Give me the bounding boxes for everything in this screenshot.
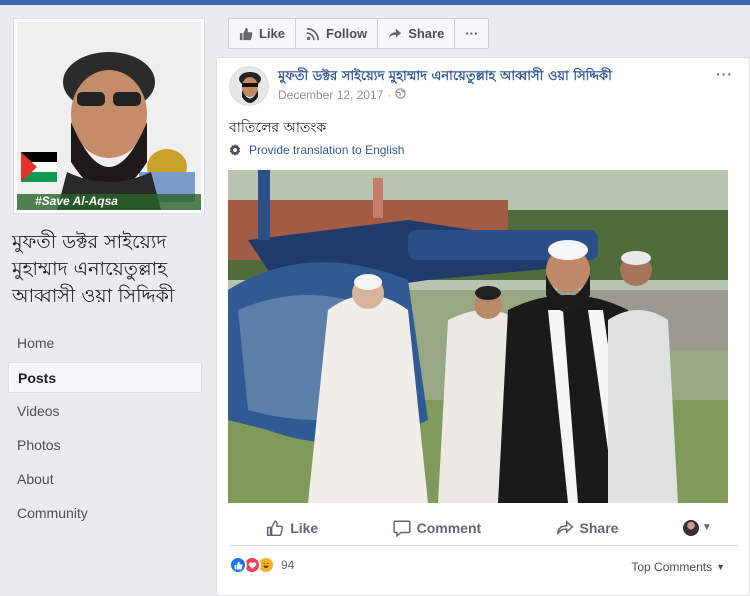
share-arrow-icon (556, 519, 574, 537)
nav-item-photos[interactable]: Photos (8, 430, 202, 461)
gear-icon (229, 144, 241, 156)
nav-item-home[interactable]: Home (8, 328, 202, 359)
page-action-toolbar: Like Follow Share ··· (228, 18, 490, 49)
nav-item-about[interactable]: About (8, 464, 202, 495)
post-author-link[interactable]: মুফতী ডক্টর সাইয়্যেদ মুহাম্মাদ এনায়েতু… (278, 67, 612, 88)
post-actions-bar: Like Comment Share ▼ (229, 510, 739, 546)
meta-separator: · (387, 88, 392, 102)
author-avatar[interactable] (229, 66, 269, 106)
viewer-avatar (682, 519, 699, 536)
avatar-image (230, 67, 268, 105)
page-follow-label: Follow (326, 26, 368, 41)
comment-sort-label: Top Comments (631, 560, 713, 574)
post-photo-image (228, 170, 728, 503)
comment-sort-dropdown[interactable]: Top Comments ▼ (631, 560, 725, 574)
post-photo[interactable] (228, 170, 728, 503)
nav-item-community[interactable]: Community (8, 498, 202, 529)
page-more-button[interactable]: ··· (455, 19, 488, 48)
chevron-down-icon: ▼ (701, 522, 712, 533)
post-options-button[interactable]: ··· (716, 66, 733, 82)
post-comment-button[interactable]: Comment (383, 519, 492, 537)
translate-label: Provide translation to English (249, 143, 405, 157)
comment-bubble-icon (392, 519, 411, 537)
nav-item-videos[interactable]: Videos (8, 396, 202, 427)
rss-follow-icon (306, 27, 320, 41)
reaction-summary[interactable]: 94 (229, 556, 294, 574)
page-share-label: Share (408, 26, 445, 41)
page-follow-button[interactable]: Follow (296, 19, 379, 48)
post-like-button[interactable]: Like (256, 519, 328, 537)
thumbs-up-icon (266, 519, 284, 537)
chevron-down-icon: ▼ (716, 562, 725, 572)
left-column: #Save Al-Aqsa মুফতী ডক্টর সাইয়্যেদ মুহা… (0, 5, 215, 596)
translate-link[interactable]: Provide translation to English (229, 143, 404, 157)
nav-item-posts[interactable]: Posts (8, 362, 202, 393)
profile-picture[interactable]: #Save Al-Aqsa (13, 18, 205, 214)
profile-photo-art (17, 22, 201, 210)
post-as-selector[interactable]: ▼ (682, 519, 712, 536)
post-card: মুফতী ডক্টর সাইয়্যেদ মুহাম্মাদ এনায়েতু… (216, 57, 750, 596)
post-share-label: Share (579, 519, 619, 536)
post-like-label: Like (290, 519, 319, 536)
post-date[interactable]: December 12, 2017 (278, 88, 383, 102)
page-nav: Home Posts Videos Photos About Community (8, 328, 202, 532)
page-like-button[interactable]: Like (229, 19, 297, 48)
globe-icon[interactable] (395, 88, 407, 102)
post-share-button[interactable]: Share (546, 519, 629, 537)
like-reaction-icon (229, 556, 247, 574)
post-text: বাতিলের আতংক (229, 120, 327, 136)
profile-image: #Save Al-Aqsa (17, 22, 201, 210)
thumbs-up-icon (239, 27, 253, 41)
post-meta: December 12, 2017 · (278, 88, 407, 102)
page-like-label: Like (259, 26, 286, 41)
share-arrow-icon (388, 27, 402, 41)
page-share-button[interactable]: Share (378, 19, 456, 48)
post-comment-label: Comment (416, 519, 482, 536)
profile-badge-text: #Save Al-Aqsa (35, 194, 118, 208)
reaction-count: 94 (281, 558, 295, 572)
page-title[interactable]: মুফতী ডক্টর সাইয়্যেদ মুহাম্মাদ এনায়েতু… (12, 229, 212, 310)
